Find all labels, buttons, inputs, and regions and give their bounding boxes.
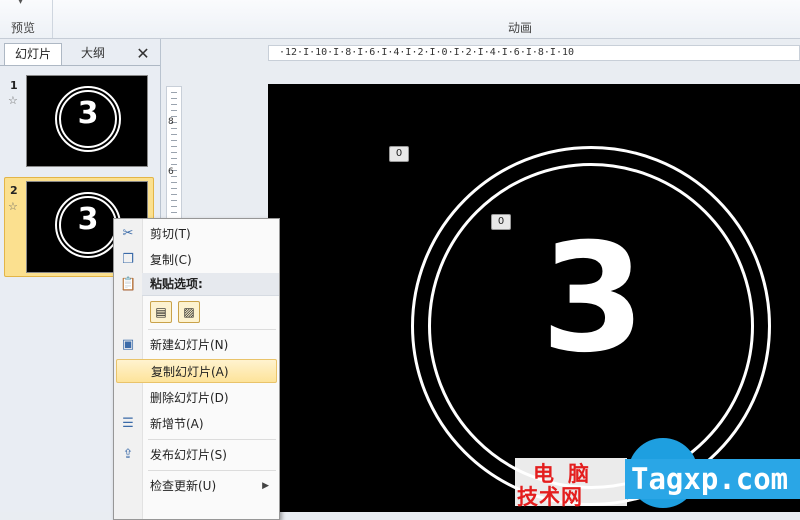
countdown-number[interactable]: 3: [508, 224, 678, 374]
animation-order-tag[interactable]: 0: [491, 214, 511, 230]
menu-item-label: 新增节(A): [150, 417, 204, 431]
paste-keep-format-button[interactable]: ▤: [150, 301, 172, 323]
ruler-label: 6: [168, 167, 174, 177]
animation-group-label: 动画: [508, 21, 533, 35]
menu-item-label: 新建幻灯片(N): [150, 338, 229, 352]
menu-item-delete-slide[interactable]: 删除幻灯片(D): [116, 386, 277, 410]
slide-thumbnail-1[interactable]: 3: [26, 75, 148, 167]
preview-label[interactable]: 预览: [11, 19, 35, 36]
new-section-icon: ☰: [122, 416, 134, 431]
menu-item-copy[interactable]: ❐ 复制(C): [116, 248, 277, 272]
paste-icon: 📋: [120, 277, 137, 292]
panel-tabs: 幻灯片 大纲 ✕: [0, 43, 160, 66]
menu-item-label: 剪切(T): [150, 227, 191, 241]
animation-star-icon: ☆: [8, 94, 18, 107]
submenu-arrow-icon: ▶: [262, 481, 269, 491]
menu-item-label: 检查更新(U): [150, 479, 217, 493]
menu-item-label: 粘贴选项:: [150, 277, 203, 291]
slide-canvas[interactable]: 3 0 0: [268, 84, 800, 512]
scissors-icon: ✂: [122, 226, 134, 241]
menu-item-label: 删除幻灯片(D): [150, 391, 229, 405]
tab-outline[interactable]: 大纲: [62, 43, 124, 64]
ribbon: ▾ 预览 动画: [0, 0, 800, 39]
preview-dropdown-icon[interactable]: ▾: [18, 0, 23, 7]
horizontal-ruler[interactable]: ·12·I·10·I·8·I·6·I·4·I·2·I·0·I·2·I·4·I·6…: [268, 45, 800, 61]
publish-slides-icon: ⇪: [122, 447, 134, 462]
watermark-logo-cn: 电脑 技术网: [515, 458, 627, 509]
menu-item-label: 发布幻灯片(S): [150, 448, 227, 462]
new-slide-icon: ▣: [121, 337, 135, 352]
animation-star-icon: ☆: [8, 200, 18, 213]
menu-item-new-slide[interactable]: ▣ 新建幻灯片(N): [116, 333, 277, 357]
thumb-number: 3: [77, 96, 99, 131]
menu-item-label: 复制(C): [150, 253, 192, 267]
close-icon[interactable]: ✕: [134, 44, 152, 64]
paste-as-picture-button[interactable]: ▨: [178, 301, 200, 323]
menu-separator: [148, 470, 276, 471]
watermark-logo-en: Tagxp.com: [625, 459, 800, 499]
context-menu: ✂ 剪切(T) ❐ 复制(C) 粘贴选项: 📋 ▤ ▨ ▣ 新建幻灯片(N) 复…: [113, 218, 280, 520]
slide-number: 1: [10, 79, 18, 92]
menu-item-check-updates[interactable]: 检查更新(U) ▶: [116, 474, 277, 498]
watermark-text: 技术网: [517, 485, 583, 509]
menu-item-publish-slides[interactable]: ⇪ 发布幻灯片(S): [116, 443, 277, 467]
slide-number: 2: [10, 184, 18, 197]
paste-options-header: 粘贴选项:: [142, 273, 279, 296]
copy-icon: ❐: [122, 252, 134, 267]
menu-item-duplicate-slide[interactable]: 复制幻灯片(A): [116, 359, 277, 383]
preview-group: ▾ 预览: [0, 0, 53, 38]
menu-separator: [148, 329, 276, 330]
paste-header-icon-holder: 📋: [116, 273, 142, 295]
menu-separator: [148, 439, 276, 440]
tab-slides[interactable]: 幻灯片: [4, 43, 62, 65]
animation-order-tag[interactable]: 0: [389, 146, 409, 162]
menu-item-cut[interactable]: ✂ 剪切(T): [116, 222, 277, 246]
menu-item-label: 复制幻灯片(A): [151, 365, 229, 379]
ruler-label: 8: [168, 117, 174, 127]
menu-item-add-section[interactable]: ☰ 新增节(A): [116, 412, 277, 436]
